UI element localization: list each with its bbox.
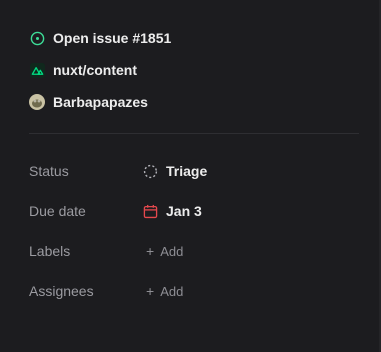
plus-icon: +: [146, 283, 155, 299]
triage-dashed-circle-icon: [142, 163, 158, 179]
add-label-text: Add: [160, 243, 184, 259]
status-row: Status Triage: [29, 151, 359, 191]
plus-icon: +: [146, 243, 155, 259]
due-date-text: Jan 3: [166, 203, 202, 219]
labels-label: Labels: [29, 243, 71, 259]
nuxt-logo-icon: [29, 62, 45, 78]
section-divider: [29, 133, 359, 134]
issue-properties: Status Triage Due date Jan 3 Labels + Ad…: [29, 151, 359, 311]
avatar: [29, 94, 45, 110]
repo-label: nuxt/content: [53, 62, 137, 78]
status-text: Triage: [166, 163, 208, 179]
author-link[interactable]: Barbapapazes: [29, 86, 359, 118]
due-date-row: Due date Jan 3: [29, 191, 359, 231]
due-date-value[interactable]: Jan 3: [142, 203, 202, 219]
issue-label: Open issue #1851: [53, 30, 172, 46]
status-label: Status: [29, 163, 69, 179]
status-value[interactable]: Triage: [142, 163, 207, 179]
repo-link[interactable]: nuxt/content: [29, 54, 359, 86]
assignees-row: Assignees + Add: [29, 271, 359, 311]
labels-row: Labels + Add: [29, 231, 359, 271]
author-label: Barbapapazes: [53, 94, 148, 110]
add-assignee-text: Add: [160, 283, 184, 299]
add-assignee-button[interactable]: + Add: [142, 283, 183, 299]
assignees-label: Assignees: [29, 283, 94, 299]
issue-link[interactable]: Open issue #1851: [29, 22, 359, 54]
issue-sidebar-panel: Open issue #1851 nuxt/content Barbapapaz…: [0, 0, 381, 352]
add-label-button[interactable]: + Add: [142, 243, 183, 259]
due-date-label: Due date: [29, 203, 86, 219]
calendar-icon: [142, 203, 158, 219]
issue-open-icon: [29, 30, 45, 46]
issue-meta: Open issue #1851 nuxt/content Barbapapaz…: [29, 22, 359, 118]
